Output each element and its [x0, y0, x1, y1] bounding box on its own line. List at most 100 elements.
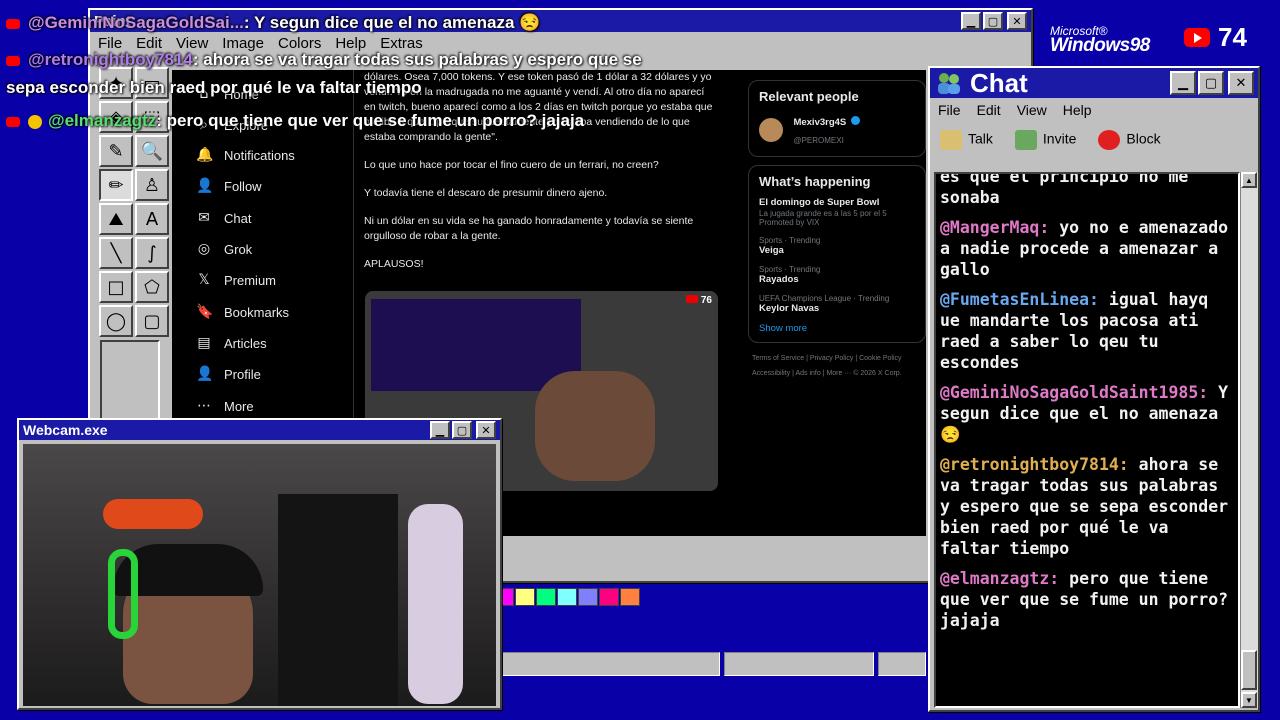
nav-articles[interactable]: ▤ Articles — [196, 335, 267, 351]
curve-icon[interactable]: ∫ — [135, 237, 169, 269]
tool-options-box[interactable] — [100, 340, 160, 420]
embed-count: 76 — [700, 295, 712, 306]
message-user: @GeminiNoSagaGoldSaint1985: — [940, 383, 1209, 402]
relevant-person[interactable]: Mexiv3rg4S @PEROMEXI — [759, 112, 915, 148]
close-button[interactable]: ✕ — [1228, 71, 1254, 95]
menu-colors[interactable]: Colors — [278, 35, 321, 52]
overlay-text: : Y segun dice que el no amenaza 😒 — [243, 13, 541, 32]
text-icon[interactable]: A — [135, 203, 169, 235]
menu-view[interactable]: View — [1017, 102, 1047, 118]
trend-item[interactable]: Sports · Trending Rayados — [759, 265, 915, 285]
chat-titlebar[interactable]: Chat ▁ ▢ ✕ — [930, 68, 1258, 98]
x-logo-icon: 𝕏 — [198, 272, 210, 288]
grok-icon: ◎ — [197, 241, 211, 257]
show-more-link[interactable]: Show more — [759, 323, 915, 334]
trend-meta: Sports · Trending — [759, 236, 821, 245]
rounded-rect-icon[interactable]: ▢ — [135, 305, 169, 337]
scroll-up-icon[interactable]: ▲ — [1241, 172, 1257, 188]
trend-item[interactable]: El domingo de Super Bowl La jugada grand… — [759, 197, 915, 227]
color-swatch[interactable] — [557, 588, 577, 606]
trend-item[interactable]: Sports · Trending Veiga — [759, 236, 915, 256]
color-swatch[interactable] — [536, 588, 556, 606]
menu-extras[interactable]: Extras — [380, 35, 423, 52]
footer-links-2[interactable]: Accessibility | Ads info | More ··· © 20… — [748, 366, 926, 381]
trend-title: Keylor Navas — [759, 303, 820, 314]
menu-help[interactable]: Help — [335, 35, 366, 52]
embed-chat-overlay — [371, 299, 581, 391]
nav-label: Articles — [224, 335, 267, 351]
airbrush-icon[interactable]: ⛰ — [99, 203, 133, 235]
message-text: es que el principio no me sonaba — [940, 172, 1189, 207]
magnifier-icon[interactable]: 🔍 — [135, 135, 169, 167]
chat-scrollbar[interactable]: ▲ ▼ — [1240, 172, 1258, 708]
relevant-title: Relevant people — [759, 89, 859, 104]
menu-image[interactable]: Image — [222, 35, 264, 52]
close-button[interactable]: ✕ — [476, 421, 496, 439]
nav-grok[interactable]: ◎ Grok — [196, 241, 252, 257]
menu-file[interactable]: File — [98, 35, 122, 52]
youtube-icon — [6, 116, 20, 127]
article-icon: ▤ — [197, 335, 211, 351]
webcam-title: Webcam.exe — [23, 422, 108, 438]
relevant-people-card: Relevant people Mexiv3rg4S @PEROMEXI — [748, 80, 926, 157]
trend-meta: Sports · Trending — [759, 265, 821, 274]
nav-premium[interactable]: 𝕏 Premium — [196, 272, 276, 288]
overlay-chat-line-cont: sepa esconder bien raed por qué le va fa… — [6, 78, 422, 98]
nav-follow[interactable]: 👤 Follow — [196, 178, 262, 194]
menu-edit[interactable]: Edit — [136, 35, 162, 52]
block-icon — [1098, 130, 1121, 150]
line-icon[interactable]: ╲ — [99, 237, 133, 269]
chat-menubar: File Edit View Help — [930, 98, 1258, 122]
post-paragraph: APLAUSOS! — [364, 258, 424, 270]
talk-button[interactable]: Talk — [940, 130, 993, 150]
trend-item[interactable]: UEFA Champions League · Trending Keylor … — [759, 294, 915, 314]
footer-links[interactable]: Terms of Service | Privacy Policy | Cook… — [748, 351, 926, 366]
invite-button[interactable]: Invite — [1014, 130, 1077, 150]
chat-log[interactable]: es que el principio no me sonaba @Manger… — [934, 172, 1240, 708]
color-swatch[interactable] — [599, 588, 619, 606]
scroll-down-icon[interactable]: ▼ — [1241, 692, 1257, 708]
chat-people-icon — [934, 71, 964, 95]
nav-bookmarks[interactable]: 🔖 Bookmarks — [196, 304, 289, 320]
nav-label: Profile — [224, 366, 261, 382]
color-picker-icon[interactable]: ✎ — [99, 135, 133, 167]
polygon-icon[interactable]: ⬠ — [135, 271, 169, 303]
menu-edit[interactable]: Edit — [977, 102, 1001, 118]
minimize-button[interactable]: ▁ — [430, 421, 450, 439]
rectangle-icon[interactable]: □ — [99, 271, 133, 303]
block-label: Block — [1126, 130, 1161, 147]
overlay-text: sepa esconder bien raed por qué le va fa… — [6, 78, 422, 97]
invite-label: Invite — [1042, 130, 1077, 147]
brush-icon[interactable]: ♙ — [135, 169, 169, 201]
webcam-titlebar[interactable]: Webcam.exe ▁ ▢ ✕ — [19, 420, 500, 440]
color-swatch[interactable] — [578, 588, 598, 606]
status-panel — [878, 652, 926, 676]
menu-help[interactable]: Help — [1063, 102, 1092, 118]
ellipse-icon[interactable]: ◯ — [99, 305, 133, 337]
trend-sub: La jugada grande es a las 5 por el 5 — [759, 209, 887, 218]
chat-title: Chat — [970, 67, 1028, 98]
menu-view[interactable]: View — [176, 35, 208, 52]
close-button[interactable]: ✕ — [1007, 12, 1027, 30]
nav-notifications[interactable]: 🔔 Notifications — [196, 147, 295, 163]
message-user: @FumetasEnLinea: — [940, 290, 1099, 309]
scroll-thumb[interactable] — [1241, 650, 1257, 690]
happening-title: What’s happening — [759, 174, 871, 189]
minimize-button[interactable]: ▁ — [1170, 71, 1196, 95]
nav-chat[interactable]: ✉ Chat — [196, 210, 251, 226]
pencil-icon[interactable]: ✏ — [99, 169, 133, 201]
menu-file[interactable]: File — [938, 102, 961, 118]
color-swatch[interactable] — [515, 588, 535, 606]
webcam-window: Webcam.exe ▁ ▢ ✕ — [17, 418, 502, 710]
minimize-button[interactable]: ▁ — [961, 12, 981, 30]
youtube-icon — [1184, 28, 1210, 47]
youtube-icon — [685, 295, 698, 303]
maximize-button[interactable]: ▢ — [983, 12, 1003, 30]
nav-more[interactable]: ⋯ More — [196, 398, 254, 414]
nav-profile[interactable]: 👤 Profile — [196, 366, 261, 382]
color-swatch[interactable] — [620, 588, 640, 606]
bell-icon: 🔔 — [196, 147, 214, 163]
maximize-button[interactable]: ▢ — [452, 421, 472, 439]
block-button[interactable]: Block — [1098, 130, 1161, 150]
maximize-button[interactable]: ▢ — [1198, 71, 1224, 95]
